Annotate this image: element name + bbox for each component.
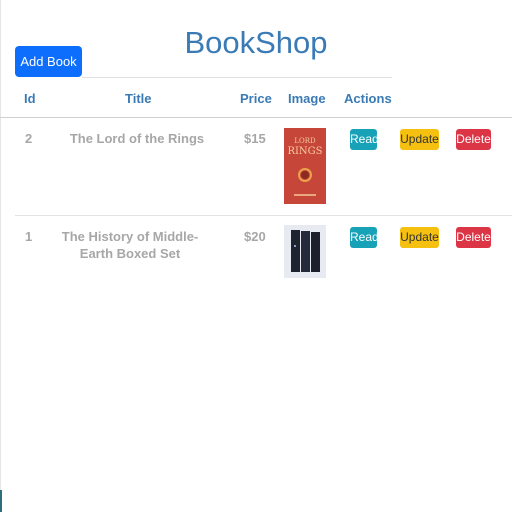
read-button[interactable]: Read	[350, 227, 379, 248]
header-id: Id	[24, 91, 36, 106]
cover-title-main: RINGS	[287, 146, 323, 157]
update-button[interactable]: Update	[400, 227, 439, 248]
update-button[interactable]: Update	[400, 129, 439, 150]
book-cover-image	[284, 225, 326, 278]
left-edge-border	[0, 0, 1, 512]
cover-title-top: LORD	[294, 137, 316, 145]
cell-id: 2	[25, 131, 33, 146]
cell-title: The History of Middle-Earth Boxed Set	[61, 229, 199, 261]
row-divider	[15, 215, 512, 216]
header-actions: Actions	[344, 91, 392, 106]
divider	[82, 77, 392, 78]
add-book-button[interactable]: Add Book	[15, 46, 82, 77]
cell-price: $15	[244, 131, 266, 146]
cell-title: The Lord of the Rings	[69, 131, 205, 146]
delete-button[interactable]: Delete	[456, 227, 491, 248]
header-divider	[0, 117, 512, 118]
book-cover-image: LORD RINGS	[284, 128, 326, 204]
cell-id: 1	[25, 229, 33, 244]
cell-price: $20	[244, 229, 266, 244]
delete-button[interactable]: Delete	[456, 129, 491, 150]
header-image: Image	[288, 91, 326, 106]
read-button[interactable]: Read	[350, 129, 379, 150]
header-price: Price	[240, 91, 272, 106]
header-title: Title	[125, 91, 152, 106]
left-edge-marker	[0, 490, 2, 512]
